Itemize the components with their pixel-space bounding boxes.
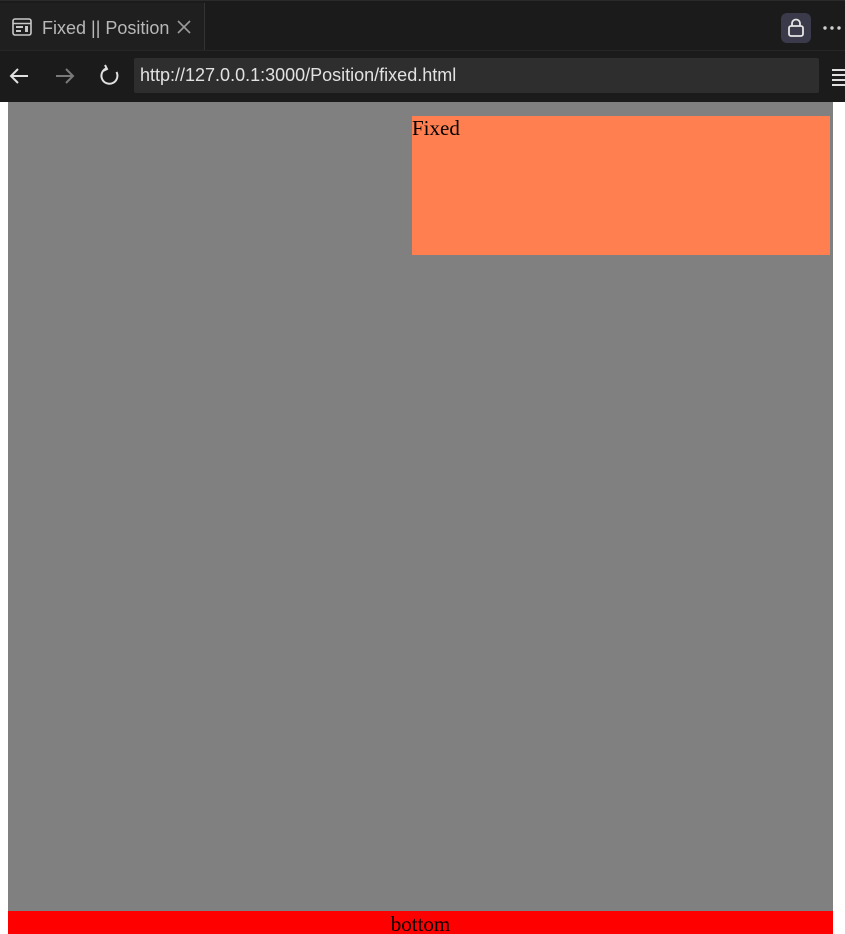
lock-button[interactable] (781, 13, 811, 43)
menu-button[interactable] (830, 66, 845, 86)
page-viewport: Fixed bottom (0, 102, 845, 934)
forward-button[interactable] (52, 63, 78, 89)
lock-icon (788, 18, 804, 37)
bottom-bar: bottom (8, 911, 833, 934)
navigation-bar: http://127.0.0.1:3000/Position/fixed.htm… (0, 50, 845, 102)
fixed-box: Fixed (412, 116, 830, 255)
more-button[interactable] (820, 13, 845, 43)
bottom-bar-label: bottom (390, 912, 451, 934)
reload-button[interactable] (97, 63, 123, 89)
back-arrow-icon (9, 68, 28, 84)
browser-window: Fixed || Position http://127.0.0.1:3000/… (0, 0, 845, 934)
tab-strip: Fixed || Position (0, 0, 845, 51)
more-icon (823, 26, 841, 30)
tab-fixed-position[interactable]: Fixed || Position (0, 3, 205, 51)
address-bar[interactable]: http://127.0.0.1:3000/Position/fixed.htm… (134, 58, 819, 93)
fixed-box-label: Fixed (412, 116, 460, 140)
tab-title: Fixed || Position (42, 18, 170, 38)
close-icon[interactable] (176, 19, 192, 35)
reload-icon (100, 64, 119, 85)
page-icon (12, 18, 32, 36)
back-button[interactable] (6, 63, 32, 89)
forward-arrow-icon (56, 68, 75, 84)
menu-icon (832, 69, 845, 86)
